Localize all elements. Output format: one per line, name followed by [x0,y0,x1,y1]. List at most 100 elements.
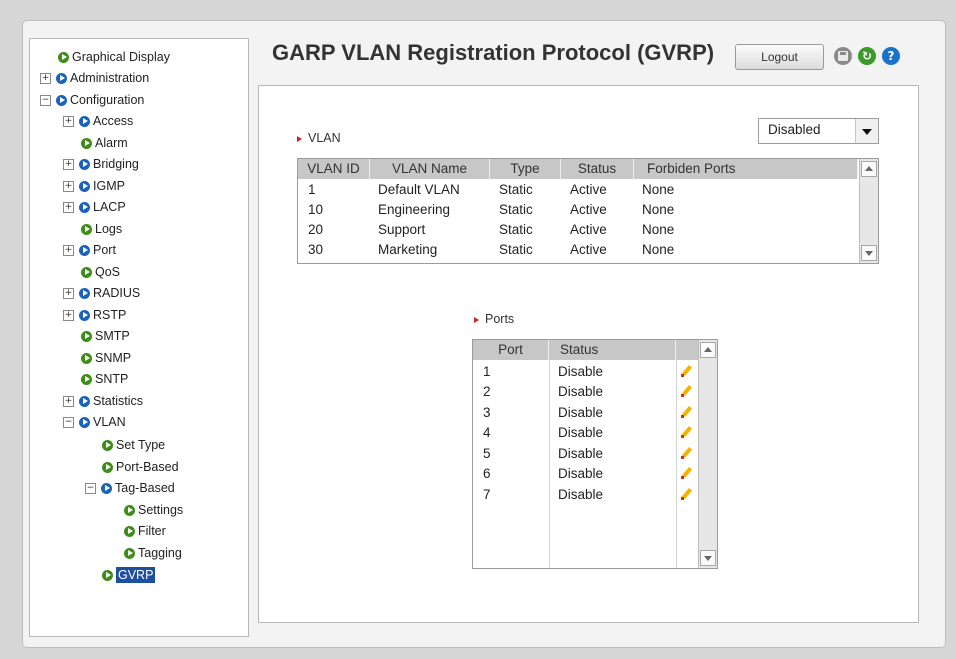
nav-item-bridging[interactable]: + Bridging [63,155,139,173]
scroll-down-icon[interactable] [700,550,716,566]
arrow-bullet-icon [81,224,92,236]
cell-forbidden-ports: None [642,222,675,237]
nav-item-smtp[interactable]: SMTP [81,327,130,345]
expand-plus-icon[interactable]: + [63,310,74,322]
chevron-down-icon[interactable] [855,119,878,143]
nav-item-rstp[interactable]: + RSTP [63,306,126,324]
column-header-forbidden-ports[interactable]: Forbiden Ports [634,159,858,179]
collapse-minus-icon[interactable]: − [63,417,74,429]
expand-plus-icon[interactable]: + [63,396,74,408]
arrow-bullet-icon [79,202,90,214]
pencil-icon[interactable] [680,468,692,480]
column-header-type[interactable]: Type [490,159,561,179]
arrow-bullet-icon [79,245,90,257]
nav-item-administration[interactable]: + Administration [40,69,149,87]
nav-item-igmp[interactable]: + IGMP [63,177,125,195]
pencil-icon[interactable] [680,407,692,419]
scroll-down-icon[interactable] [861,245,877,261]
cell-port: 3 [483,405,491,420]
column-divider [676,360,677,568]
collapse-minus-icon[interactable]: − [40,95,51,107]
column-header-status[interactable]: Status [561,159,634,179]
logout-button[interactable]: Logout [735,44,824,70]
arrow-bullet-icon [58,52,69,64]
cell-port-status: Disable [558,466,604,481]
cell-status: Active [570,222,607,237]
nav-item-graphical-display[interactable]: Graphical Display [58,48,170,66]
arrow-bullet-icon [102,570,113,582]
nav-item-access[interactable]: + Access [63,112,133,130]
nav-item-settings[interactable]: Settings [124,501,183,519]
pencil-icon[interactable] [680,448,692,460]
vlan-table-scrollbar[interactable] [859,159,878,263]
nav-item-set-type[interactable]: Set Type [102,436,165,454]
nav-item-gvrp-label: GVRP [116,567,156,583]
nav-item-alarm[interactable]: Alarm [81,134,128,152]
cell-port-status: Disable [558,446,604,461]
nav-item-port[interactable]: + Port [63,241,116,259]
expand-plus-icon[interactable]: + [63,159,74,171]
gvrp-state-value: Disabled [768,122,821,137]
ports-table-scrollbar[interactable] [698,340,717,568]
cell-port-status: Disable [558,425,604,440]
column-header-edit [676,340,699,360]
column-divider [549,360,550,568]
pencil-icon[interactable] [680,489,692,501]
column-header-port[interactable]: Port [473,340,549,360]
arrow-bullet-icon [124,548,135,560]
expand-plus-icon[interactable]: + [63,202,74,214]
expand-plus-icon[interactable]: + [40,73,51,85]
column-header-vlan-id[interactable]: VLAN ID [298,159,370,179]
ports-section-label: Ports [474,312,514,326]
arrow-bullet-icon [81,353,92,365]
expand-plus-icon[interactable]: + [63,245,74,257]
cell-port: 6 [483,466,491,481]
arrow-bullet-icon [56,95,67,107]
nav-item-gvrp[interactable]: GVRP [102,566,156,584]
nav-item-port-based[interactable]: Port-Based [102,458,179,476]
nav-item-sntp[interactable]: SNTP [81,370,128,388]
save-icon[interactable] [834,47,852,65]
arrow-bullet-icon [124,526,135,538]
expand-plus-icon[interactable]: + [63,181,74,193]
scroll-up-icon[interactable] [700,342,716,358]
nav-item-vlan[interactable]: − VLAN [63,413,126,431]
arrow-bullet-icon [124,505,135,517]
arrow-bullet-icon [56,73,67,85]
expand-plus-icon[interactable]: + [63,116,74,128]
nav-item-logs[interactable]: Logs [81,220,122,238]
cell-vlan-name: Support [378,222,426,237]
nav-item-statistics[interactable]: + Statistics [63,392,143,410]
pencil-icon[interactable] [680,366,692,378]
nav-item-radius[interactable]: + RADIUS [63,284,140,302]
arrow-bullet-icon [81,331,92,343]
nav-item-tagging[interactable]: Tagging [124,544,182,562]
cell-vlan-id: 30 [308,242,324,257]
column-header-port-status[interactable]: Status [549,340,676,360]
nav-item-tag-based[interactable]: − Tag-Based [85,479,175,497]
arrow-bullet-icon [102,462,113,474]
cell-vlan-id: 1 [308,182,316,197]
nav-item-snmp[interactable]: SNMP [81,349,131,367]
help-icon[interactable]: ? [882,47,900,65]
arrow-bullet-icon [79,310,90,322]
cell-forbidden-ports: None [642,182,675,197]
nav-item-qos[interactable]: QoS [81,263,120,281]
cell-status: Active [570,202,607,217]
column-header-vlan-name[interactable]: VLAN Name [370,159,490,179]
pencil-icon[interactable] [680,427,692,439]
page-title: GARP VLAN Registration Protocol (GVRP) [272,40,715,65]
nav-item-filter[interactable]: Filter [124,522,166,540]
cell-port: 5 [483,446,491,461]
nav-item-configuration[interactable]: − Configuration [40,91,144,109]
refresh-icon[interactable]: ↻ [858,47,876,65]
expand-plus-icon[interactable]: + [63,288,74,300]
nav-item-lacp[interactable]: + LACP [63,198,126,216]
cell-vlan-name: Default VLAN [378,182,460,197]
gvrp-state-dropdown[interactable]: Disabled [758,118,879,144]
arrow-bullet-icon [79,396,90,408]
pencil-icon[interactable] [680,386,692,398]
scroll-up-icon[interactable] [861,161,877,177]
cell-port-status: Disable [558,364,604,379]
collapse-minus-icon[interactable]: − [85,483,96,495]
